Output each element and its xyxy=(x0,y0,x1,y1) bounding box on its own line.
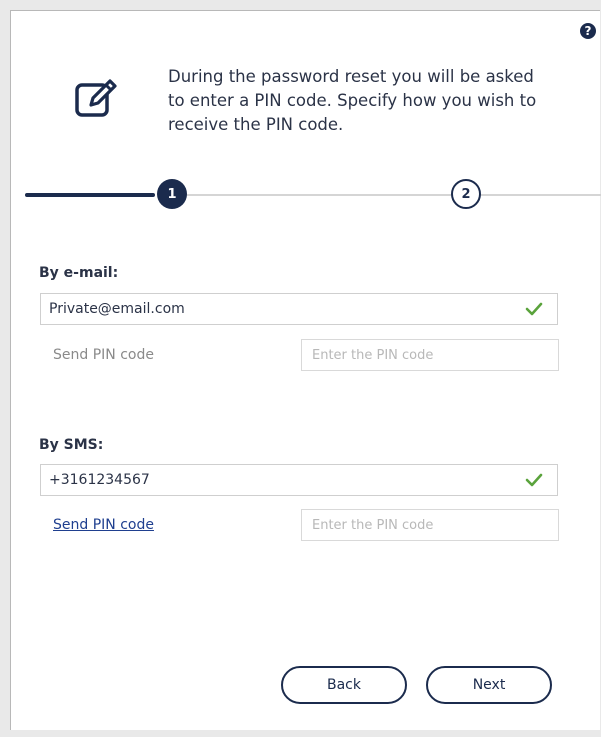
next-button[interactable]: Next xyxy=(426,666,552,704)
email-pin-input[interactable] xyxy=(302,340,558,370)
help-icon[interactable]: ? xyxy=(580,23,596,39)
email-section-label: By e-mail: xyxy=(39,265,119,281)
check-icon xyxy=(525,473,543,487)
stepper-progress-line xyxy=(25,193,155,197)
back-button[interactable]: Back xyxy=(281,666,407,704)
edit-icon xyxy=(75,79,117,117)
sms-pin-field[interactable] xyxy=(301,509,559,541)
phone-field[interactable]: +3161234567 xyxy=(40,464,558,496)
sms-send-pin-link[interactable]: Send PIN code xyxy=(53,517,154,533)
step-1-indicator: 1 xyxy=(157,179,187,209)
sms-pin-input[interactable] xyxy=(302,510,558,540)
email-pin-field[interactable] xyxy=(301,339,559,371)
email-value: Private@email.com xyxy=(49,301,185,317)
stepper-remaining-line xyxy=(171,194,601,196)
sms-section-label: By SMS: xyxy=(39,437,104,453)
instruction-text: During the password reset you will be as… xyxy=(168,67,537,134)
step-2-indicator: 2 xyxy=(451,179,481,209)
phone-value: +3161234567 xyxy=(49,472,150,488)
progress-stepper: 1 2 xyxy=(11,173,601,217)
check-icon xyxy=(525,302,543,316)
email-send-pin-label: Send PIN code xyxy=(53,347,154,363)
pin-method-dialog: ? During the password reset you will be … xyxy=(10,10,601,730)
email-field[interactable]: Private@email.com xyxy=(40,293,558,325)
